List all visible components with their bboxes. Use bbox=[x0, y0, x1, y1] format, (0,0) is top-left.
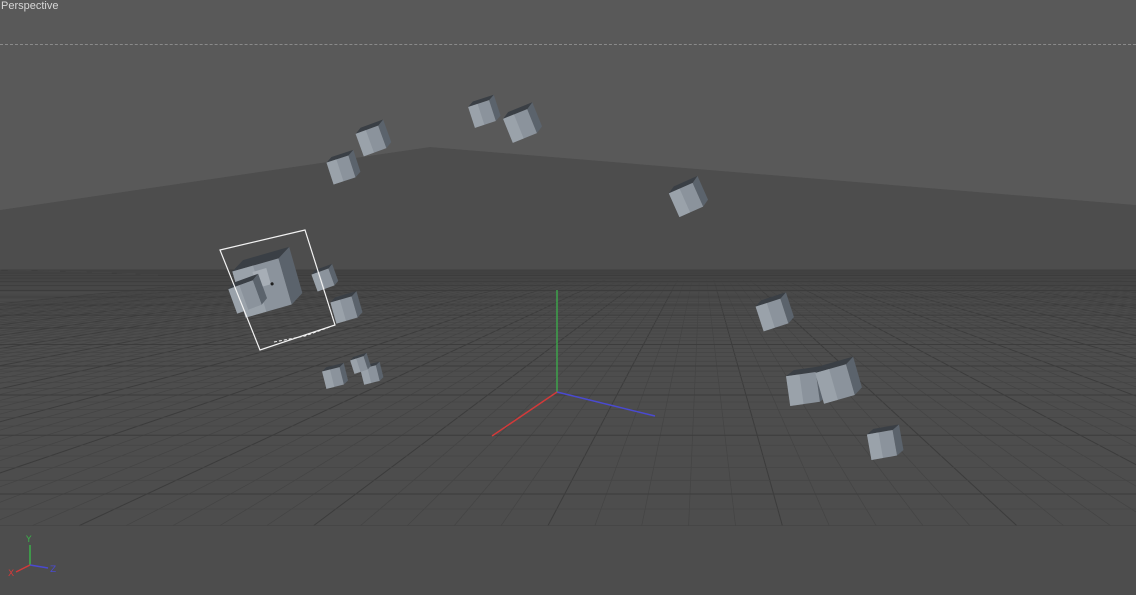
safe-frame-line bbox=[0, 44, 1136, 45]
gizmo-y-label: Y bbox=[25, 535, 32, 545]
viewport-title[interactable]: Perspective bbox=[1, 0, 58, 13]
gizmo-z-label: Z bbox=[50, 565, 56, 575]
perspective-viewport[interactable]: Perspective Y X Z bbox=[0, 0, 1136, 595]
gizmo-x-label: X bbox=[8, 569, 14, 579]
scene-canvas[interactable]: Y X Z bbox=[0, 0, 1136, 595]
